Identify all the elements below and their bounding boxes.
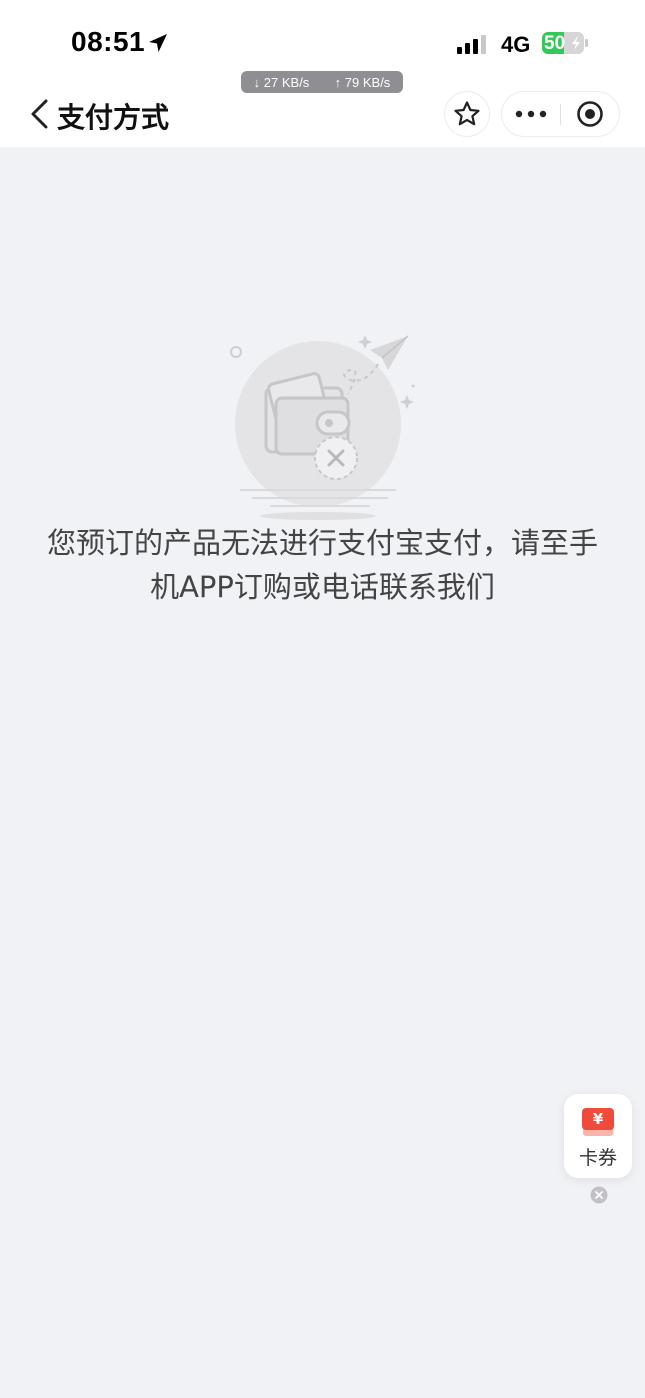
page-title: 支付方式 [57, 101, 170, 134]
more-button[interactable] [502, 92, 560, 136]
navigation-bar: 支付方式 [0, 88, 645, 147]
miniprogram-capsule [501, 91, 620, 137]
payment-error-message: 您预订的产品无法进行支付宝支付，请至手机APP订购或电话联系我们 [46, 526, 598, 604]
payment-unavailable-illustration [230, 335, 415, 520]
more-dots-icon [515, 110, 547, 118]
coupon-label: 卡券 [578, 1147, 617, 1169]
status-time: 08:51 [71, 26, 146, 57]
download-speed: ↓ 27 KB/s [253, 74, 310, 90]
upload-speed: ↑ 79 KB/s [334, 74, 391, 90]
cellular-signal-icon [457, 35, 486, 54]
network-speed-indicator: ↓ 27 KB/s ↑ 79 KB/s [241, 71, 403, 93]
location-arrow-icon [149, 34, 167, 52]
back-arrow-icon[interactable] [28, 98, 52, 130]
coupon-yen-symbol: ¥ [593, 1110, 604, 1128]
close-miniprogram-button[interactable] [561, 92, 619, 136]
coupon-ticket-icon: ¥ [582, 1108, 614, 1136]
battery-level: 50 [544, 33, 566, 54]
coupon-float-button[interactable]: ¥ 卡券 [564, 1094, 632, 1178]
favorite-button[interactable] [444, 91, 490, 137]
target-circle-icon [577, 101, 603, 127]
star-icon [454, 101, 480, 126]
close-coupon-icon[interactable] [590, 1186, 608, 1204]
network-type: 4G [501, 32, 531, 57]
